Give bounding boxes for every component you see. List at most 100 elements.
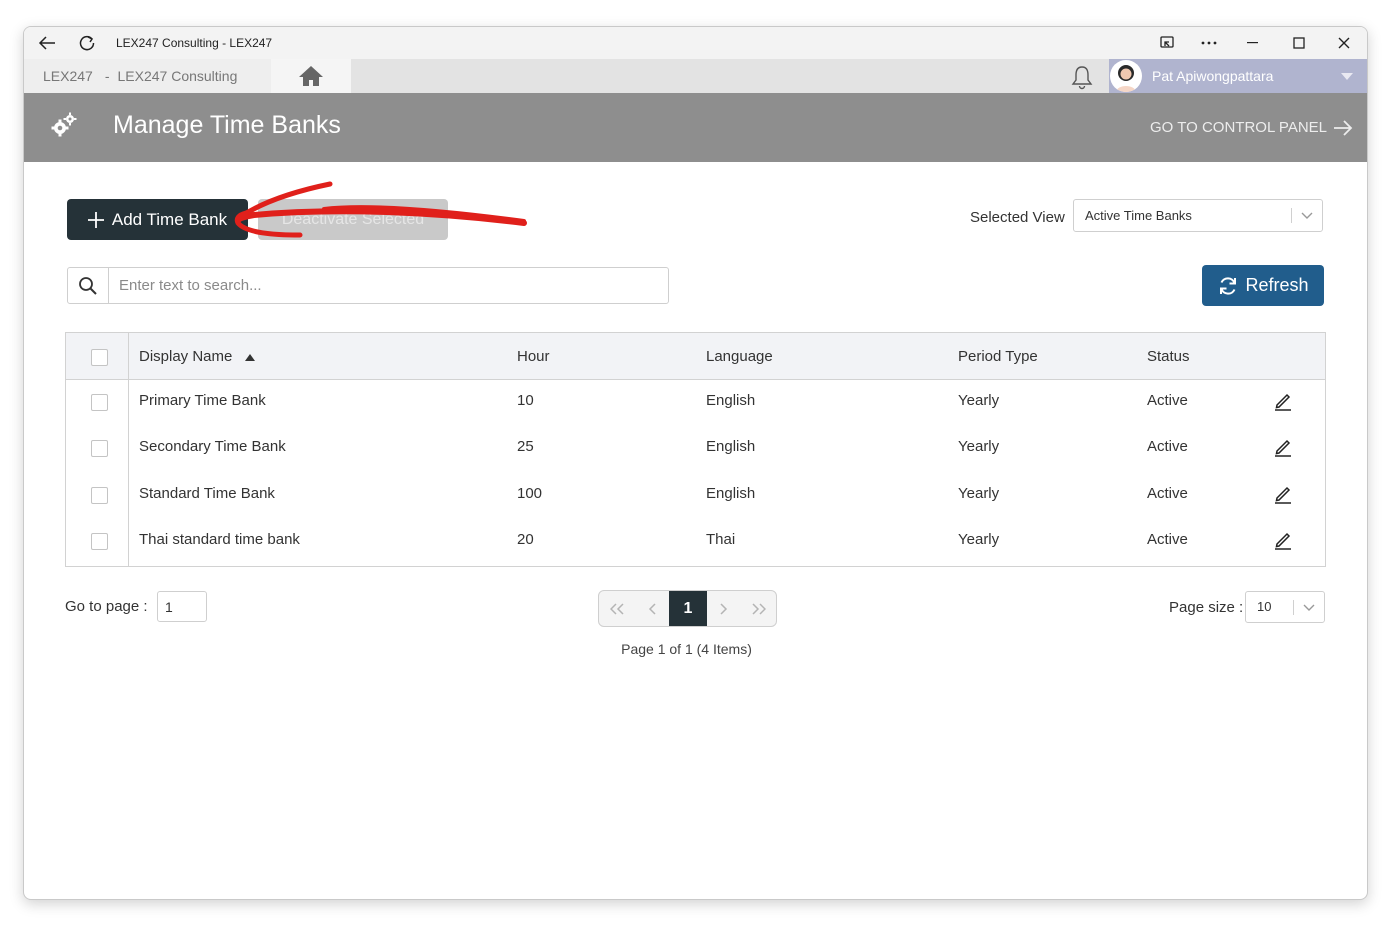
- go-to-page-label: Go to page :: [65, 598, 148, 615]
- close-window-button[interactable]: [1329, 27, 1359, 59]
- chevron-left-icon: [648, 602, 656, 615]
- go-to-page-input[interactable]: [163, 598, 205, 616]
- pager: 1: [598, 590, 777, 627]
- bell-icon: [1071, 66, 1093, 90]
- row-status: Active: [1147, 531, 1188, 548]
- table-row[interactable]: Standard Time Bank 100 English Yearly Ac…: [66, 472, 1325, 518]
- row-hour: 25: [517, 438, 534, 455]
- row-status: Active: [1147, 438, 1188, 455]
- row-checkbox[interactable]: [91, 487, 108, 504]
- dropdown-divider: [1293, 600, 1294, 615]
- more-button[interactable]: [1194, 27, 1224, 59]
- close-icon: [1338, 37, 1350, 49]
- first-page-button[interactable]: [599, 591, 635, 626]
- selected-view-label: Selected View: [970, 209, 1065, 226]
- row-hour: 100: [517, 485, 543, 502]
- app-top-bar: LEX247 - LEX247 Consulting Pat Apiwongpa…: [24, 59, 1367, 93]
- plus-icon: [87, 211, 104, 228]
- current-page-button[interactable]: 1: [669, 591, 707, 626]
- row-status: Active: [1147, 392, 1188, 409]
- edit-pencil-icon[interactable]: [1274, 391, 1292, 411]
- sort-ascending-icon: [244, 353, 255, 361]
- page-title: Manage Time Banks: [113, 111, 341, 139]
- add-time-bank-button[interactable]: Add Time Bank: [67, 199, 248, 240]
- home-button[interactable]: [271, 59, 351, 93]
- more-icon: [1201, 41, 1217, 45]
- previous-page-button[interactable]: [635, 591, 669, 626]
- notification-button[interactable]: [1070, 64, 1094, 95]
- row-period-type: Yearly: [958, 438, 1000, 455]
- minimize-icon: [1247, 42, 1258, 44]
- row-display-name: Primary Time Bank: [139, 392, 266, 409]
- arrow-left-icon: [38, 36, 55, 50]
- row-checkbox[interactable]: [91, 440, 108, 457]
- table-row[interactable]: Primary Time Bank 10 English Yearly Acti…: [66, 379, 1325, 425]
- page-size-value: 10: [1257, 599, 1272, 614]
- chevron-down-icon: [1301, 212, 1313, 219]
- page-size-dropdown[interactable]: 10: [1245, 591, 1325, 623]
- edit-pencil-icon[interactable]: [1274, 437, 1292, 457]
- select-all-checkbox[interactable]: [91, 349, 108, 366]
- window-title: LEX247 Consulting - LEX247: [116, 36, 273, 50]
- table-row[interactable]: Thai standard time bank 20 Thai Yearly A…: [66, 518, 1325, 564]
- edit-pencil-icon[interactable]: [1274, 484, 1292, 504]
- table-header: Display Name Hour Language Period Type S…: [66, 333, 1325, 380]
- chevron-right-icon: [720, 602, 728, 615]
- page-header: Manage Time Banks GO TO CONTROL PANEL: [24, 93, 1367, 162]
- column-header-status[interactable]: Status: [1147, 348, 1190, 365]
- search-icon: [79, 276, 97, 295]
- column-header-language[interactable]: Language: [706, 348, 773, 365]
- column-header-display-name[interactable]: Display Name: [139, 348, 255, 365]
- row-language: English: [706, 392, 756, 409]
- refresh-icon: [1220, 276, 1237, 295]
- selected-view-value: Active Time Banks: [1085, 208, 1192, 223]
- row-checkbox[interactable]: [91, 533, 108, 550]
- go-to-control-panel-label: GO TO CONTROL PANEL: [1150, 119, 1327, 136]
- page-info: Page 1 of 1 (4 Items): [621, 641, 752, 657]
- search-icon-cell: [68, 268, 109, 303]
- column-header-period-type[interactable]: Period Type: [958, 348, 1038, 365]
- go-to-control-panel-link[interactable]: GO TO CONTROL PANEL: [1150, 119, 1353, 136]
- column-header-hour[interactable]: Hour: [517, 348, 550, 365]
- tenant-right: LEX247 Consulting: [117, 68, 238, 84]
- maximize-icon: [1293, 37, 1305, 49]
- tenant-breadcrumb[interactable]: LEX247 - LEX247 Consulting: [24, 59, 271, 93]
- reload-button[interactable]: [72, 27, 102, 59]
- row-period-type: Yearly: [958, 531, 1000, 548]
- next-page-button[interactable]: [707, 591, 741, 626]
- column-header-label: Display Name: [139, 348, 233, 365]
- table-row[interactable]: Secondary Time Bank 25 English Yearly Ac…: [66, 425, 1325, 471]
- minimize-button[interactable]: [1238, 27, 1268, 59]
- selected-view-dropdown[interactable]: Active Time Banks: [1073, 199, 1323, 232]
- edit-pencil-icon[interactable]: [1274, 530, 1292, 550]
- row-language: English: [706, 438, 756, 455]
- row-status: Active: [1147, 485, 1188, 502]
- deactivate-selected-button[interactable]: Deactivate Selected: [258, 199, 448, 240]
- user-menu[interactable]: Pat Apiwongpattara: [1109, 59, 1367, 93]
- last-page-button[interactable]: [741, 591, 776, 626]
- row-checkbox[interactable]: [91, 394, 108, 411]
- refresh-button[interactable]: Refresh: [1202, 265, 1324, 306]
- row-period-type: Yearly: [958, 485, 1000, 502]
- maximize-button[interactable]: [1284, 27, 1314, 59]
- avatar: [1110, 60, 1142, 92]
- row-period-type: Yearly: [958, 392, 1000, 409]
- go-to-page-field[interactable]: [157, 591, 207, 622]
- cast-icon: [1160, 36, 1174, 48]
- window-titlebar: LEX247 Consulting - LEX247: [24, 27, 1367, 59]
- time-banks-table: Display Name Hour Language Period Type S…: [65, 332, 1326, 567]
- cast-button[interactable]: [1152, 27, 1182, 59]
- tenant-separator: -: [104, 68, 110, 84]
- double-chevron-right-icon: [751, 602, 766, 615]
- search-box[interactable]: [67, 267, 669, 304]
- row-hour: 10: [517, 392, 534, 409]
- home-icon: [299, 66, 323, 86]
- row-language: English: [706, 485, 756, 502]
- back-button[interactable]: [32, 27, 62, 59]
- user-avatar-icon: [1116, 65, 1136, 92]
- gears-icon: [51, 112, 77, 137]
- tenant-left: LEX247: [43, 68, 93, 84]
- refresh-label: Refresh: [1245, 275, 1309, 295]
- app-window: LEX247 Consulting - LEX247 LEX247 - LEX2…: [23, 26, 1368, 900]
- search-input[interactable]: [117, 276, 651, 295]
